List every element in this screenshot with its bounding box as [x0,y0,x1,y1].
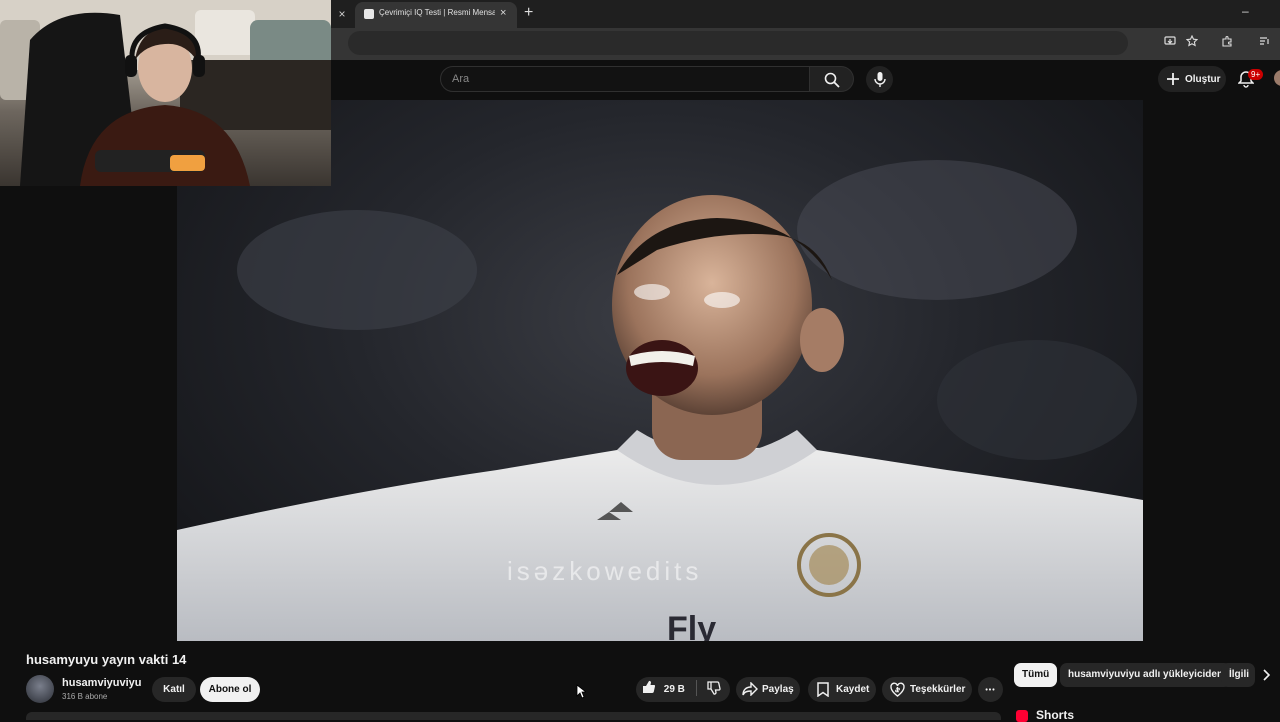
save-label: Kaydet [836,684,870,695]
share-button[interactable]: Paylaş [736,677,800,702]
subscriber-count: 316 B abone [62,692,108,701]
bookmark-star-icon[interactable] [1185,34,1199,49]
voice-search-button[interactable] [866,66,893,93]
chips-next-chevron-icon[interactable] [1262,668,1271,684]
like-divider [695,680,697,696]
tab-title: Çevrimiçi IQ Testi | Resmi Mensa [379,8,495,17]
like-count: 29 B [663,684,685,695]
video-overlay-text: isəzkowedits [507,556,702,586]
shorts-icon [1016,710,1028,722]
like-button[interactable]: 29 B [642,677,685,702]
create-label: Oluştur [1185,74,1221,85]
subscribe-button[interactable]: Abone ol [200,677,260,702]
svg-text:Fly: Fly [667,610,716,641]
notification-badge: 9+ [1248,69,1264,80]
window-minimize-button[interactable]: – [1242,4,1249,18]
thumbs-down-icon [707,681,722,695]
thanks-label: Teşekkürler [910,684,966,695]
streamer-webcam-overlay [0,0,331,186]
share-icon [742,682,758,696]
description-box[interactable] [26,712,1001,720]
more-actions-button[interactable]: ••• [978,677,1003,702]
join-button[interactable]: Katıl [152,677,196,702]
chip-from-channel[interactable]: husamviyuviyu adlı yükleyiciden [1060,663,1232,687]
save-button[interactable]: Kaydet [808,677,876,702]
plus-icon [1167,73,1179,85]
search-placeholder: Ara [452,73,470,85]
thanks-button[interactable]: Teşekkürler [882,677,972,702]
address-bar[interactable] [348,31,1128,55]
mouse-cursor-icon [576,684,588,704]
share-label: Paylaş [762,684,794,695]
channel-avatar[interactable] [26,675,54,703]
more-dots-icon: ••• [985,687,996,694]
microphone-icon [874,72,886,87]
tab-favicon-icon [364,9,374,19]
new-tab-button[interactable]: + [524,4,533,22]
channel-name[interactable]: husamviyuviyu [62,677,141,689]
like-dislike-group: 29 B [636,677,730,702]
extensions-icon[interactable] [1220,35,1234,49]
media-controls-icon[interactable] [1257,35,1271,49]
install-app-icon[interactable] [1163,35,1177,49]
tab-close-icon[interactable]: × [333,6,351,22]
thumbs-up-icon [643,680,656,694]
dislike-button[interactable] [707,677,722,702]
chip-all[interactable]: Tümü [1014,663,1058,687]
super-thanks-icon [890,682,905,697]
tab-close-icon[interactable]: × [500,7,506,19]
search-input[interactable] [440,66,810,92]
bookmark-icon [817,682,829,697]
chip-related[interactable]: İlgili [1221,663,1255,687]
video-title: husamyuyu yayın vakti 14 [26,652,187,667]
search-button[interactable] [810,66,854,92]
search-icon [824,72,840,88]
